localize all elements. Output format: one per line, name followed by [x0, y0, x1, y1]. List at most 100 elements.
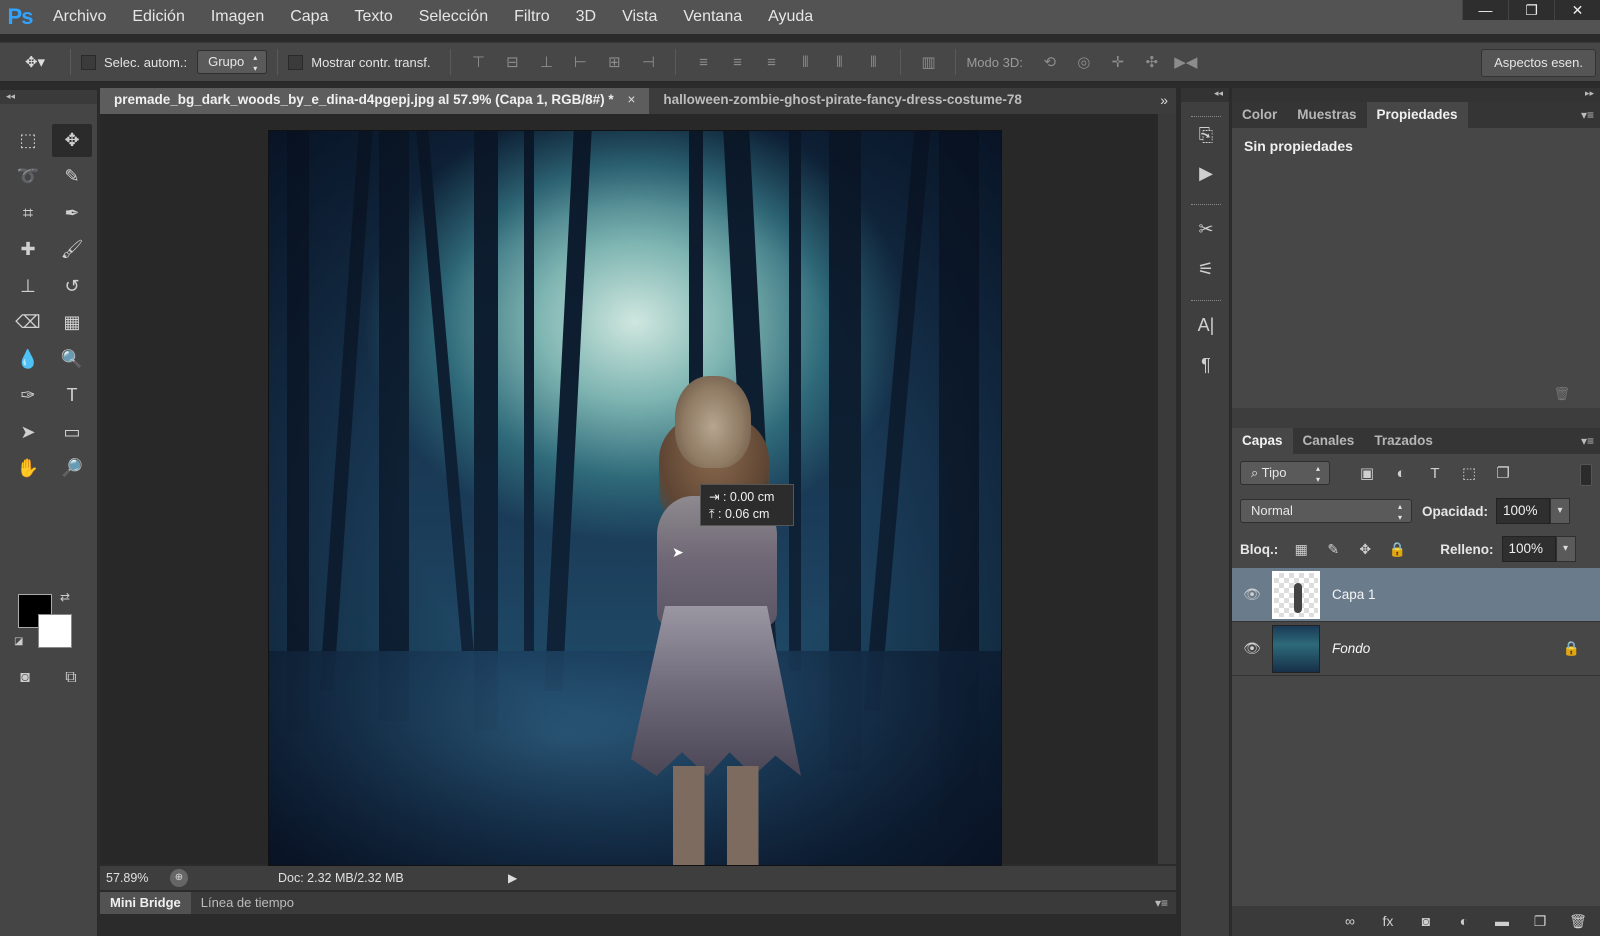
clone-stamp-tool-icon[interactable]: ⊥	[6, 268, 50, 305]
collapse-toolbar-icon[interactable]: ◂◂	[0, 90, 97, 104]
default-colors-icon[interactable]: ◪	[14, 636, 23, 647]
layer-filter-dropdown[interactable]: ⌕ Tipo	[1240, 461, 1330, 485]
menu-archivo[interactable]: Archivo	[40, 0, 119, 34]
align-left-icon[interactable]: ⊢	[568, 50, 592, 74]
visibility-eye-icon[interactable]: 👁	[1232, 586, 1272, 603]
history-brush-tool-icon[interactable]: ↺	[50, 268, 94, 305]
tabs-overflow-icon[interactable]: »	[1160, 88, 1168, 112]
menu-imagen[interactable]: Imagen	[198, 0, 277, 34]
tab-color[interactable]: Color	[1232, 102, 1287, 128]
tab-propiedades[interactable]: Propiedades	[1366, 102, 1468, 128]
move-tool-icon[interactable]: ✥	[52, 124, 92, 157]
tab-muestras[interactable]: Muestras	[1287, 102, 1366, 128]
pan-3d-icon[interactable]: ✛	[1106, 50, 1130, 74]
filter-toggle[interactable]	[1580, 464, 1592, 486]
trash-icon[interactable]: 🗑	[1553, 386, 1570, 402]
scale-3d-icon[interactable]: ▶◀	[1174, 50, 1198, 74]
healing-brush-tool-icon[interactable]: ✚	[6, 232, 50, 269]
slide-3d-icon[interactable]: ✣	[1140, 50, 1164, 74]
auto-select-dropdown[interactable]: Grupo	[197, 50, 268, 74]
status-info-icon[interactable]: ⊕	[170, 869, 188, 887]
new-group-icon[interactable]: ▬	[1490, 909, 1514, 933]
tab-canales[interactable]: Canales	[1293, 428, 1365, 454]
menu-seleccion[interactable]: Selección	[406, 0, 501, 34]
path-selection-tool-icon[interactable]: ➤	[6, 414, 50, 451]
screen-mode-icon[interactable]: ⧉	[58, 668, 84, 688]
filter-smart-object-icon[interactable]: ❐	[1492, 462, 1514, 484]
menu-edicion[interactable]: Edición	[119, 0, 197, 34]
swap-colors-icon[interactable]: ⇄	[60, 590, 70, 604]
delete-layer-icon[interactable]: 🗑	[1566, 909, 1590, 933]
opacity-dropdown-icon[interactable]: ▾	[1550, 498, 1571, 524]
distribute-top-icon[interactable]: ≡	[691, 50, 715, 74]
align-top-icon[interactable]: ⊤	[466, 50, 490, 74]
add-mask-icon[interactable]: ◙	[1414, 909, 1438, 933]
layer-row-capa1[interactable]: 👁 Capa 1	[1232, 568, 1600, 622]
distribute-bottom-icon[interactable]: ≡	[759, 50, 783, 74]
fill-field[interactable]: 100%	[1501, 536, 1556, 562]
menu-ayuda[interactable]: Ayuda	[755, 0, 826, 34]
distribute-left-icon[interactable]: ⫴	[793, 50, 817, 74]
filter-pixel-icon[interactable]: ▣	[1356, 462, 1378, 484]
align-bottom-icon[interactable]: ⊥	[534, 50, 558, 74]
layer-row-fondo[interactable]: 👁 Fondo 🔒	[1232, 622, 1600, 676]
new-layer-icon[interactable]: ❐	[1528, 909, 1552, 933]
align-hcenter-icon[interactable]: ⊞	[602, 50, 626, 74]
lock-image-icon[interactable]: ✎	[1322, 538, 1344, 560]
marquee-tool-icon[interactable]: ⬚	[6, 122, 50, 159]
character-panel-icon[interactable]: A|	[1193, 312, 1219, 338]
collapse-panels-icon[interactable]: ▸▸	[1232, 88, 1600, 102]
lock-all-icon[interactable]: 🔒	[1386, 538, 1408, 560]
roll-3d-icon[interactable]: ◎	[1072, 50, 1096, 74]
quick-selection-tool-icon[interactable]: ✎	[50, 159, 94, 196]
rectangle-tool-icon[interactable]: ▭	[50, 414, 94, 451]
align-right-icon[interactable]: ⊣	[636, 50, 660, 74]
adjustments-panel-icon[interactable]: ⚟	[1193, 256, 1219, 282]
hand-tool-icon[interactable]: ✋	[6, 451, 50, 488]
minimize-button[interactable]: —	[1462, 0, 1508, 20]
document-image[interactable]	[268, 130, 1002, 866]
workspace-essentials-button[interactable]: Aspectos esen.	[1481, 49, 1596, 77]
distribute-right-icon[interactable]: ⫴	[861, 50, 885, 74]
fill-dropdown-icon[interactable]: ▾	[1555, 536, 1576, 562]
eraser-tool-icon[interactable]: ⌫	[6, 305, 50, 342]
quick-mask-icon[interactable]: ◙	[12, 668, 38, 688]
rotate-3d-icon[interactable]: ⟲	[1038, 50, 1062, 74]
menu-vista[interactable]: Vista	[609, 0, 670, 34]
new-adjustment-icon[interactable]: ◐	[1452, 909, 1476, 933]
actions-panel-icon[interactable]: ▶	[1193, 160, 1219, 186]
distribute-hcenter-icon[interactable]: ⫴	[827, 50, 851, 74]
tab-mini-bridge[interactable]: Mini Bridge	[100, 892, 191, 914]
crop-tool-icon[interactable]: ⌗	[6, 195, 50, 232]
auto-select-checkbox[interactable]	[81, 54, 96, 70]
collapse-dock-icon[interactable]: ◂◂	[1181, 88, 1229, 102]
lock-position-icon[interactable]: ✥	[1354, 538, 1376, 560]
paragraph-panel-icon[interactable]: ¶	[1193, 352, 1219, 378]
layer-style-fx-icon[interactable]: fx	[1376, 909, 1400, 933]
move-tool-preset-icon[interactable]: ✥▾	[15, 50, 55, 74]
background-color-swatch[interactable]	[38, 614, 72, 648]
filter-type-icon[interactable]: T	[1424, 462, 1446, 484]
tab-inactive-document[interactable]: halloween-zombie-ghost-pirate-fancy-dres…	[649, 88, 1069, 114]
blend-mode-dropdown[interactable]: Normal	[1240, 499, 1412, 523]
menu-capa[interactable]: Capa	[277, 0, 341, 34]
panel-menu-icon[interactable]: ▾≡	[1581, 102, 1594, 128]
type-tool-icon[interactable]: T	[50, 378, 94, 415]
menu-texto[interactable]: Texto	[341, 0, 405, 34]
filter-adjustment-icon[interactable]: ◐	[1390, 462, 1412, 484]
menu-ventana[interactable]: Ventana	[670, 0, 755, 34]
tab-trazados[interactable]: Trazados	[1364, 428, 1443, 454]
link-layers-icon[interactable]: ∞	[1338, 909, 1362, 933]
eyedropper-tool-icon[interactable]: ✒	[50, 195, 94, 232]
close-button[interactable]: ✕	[1554, 0, 1600, 20]
panel-menu-icon[interactable]: ▾≡	[1581, 428, 1594, 454]
vertical-scrollbar[interactable]	[1158, 114, 1176, 864]
zoom-level[interactable]: 57.89%	[100, 871, 170, 885]
distribute-vcenter-icon[interactable]: ≡	[725, 50, 749, 74]
auto-align-icon[interactable]: ▥	[916, 50, 940, 74]
dodge-tool-icon[interactable]: 🔍	[50, 341, 94, 378]
history-panel-icon[interactable]: ⎘	[1193, 122, 1219, 148]
lock-transparent-icon[interactable]: ▦	[1290, 538, 1312, 560]
gradient-tool-icon[interactable]: ▦	[50, 305, 94, 342]
zoom-tool-icon[interactable]: 🔎	[50, 451, 94, 488]
